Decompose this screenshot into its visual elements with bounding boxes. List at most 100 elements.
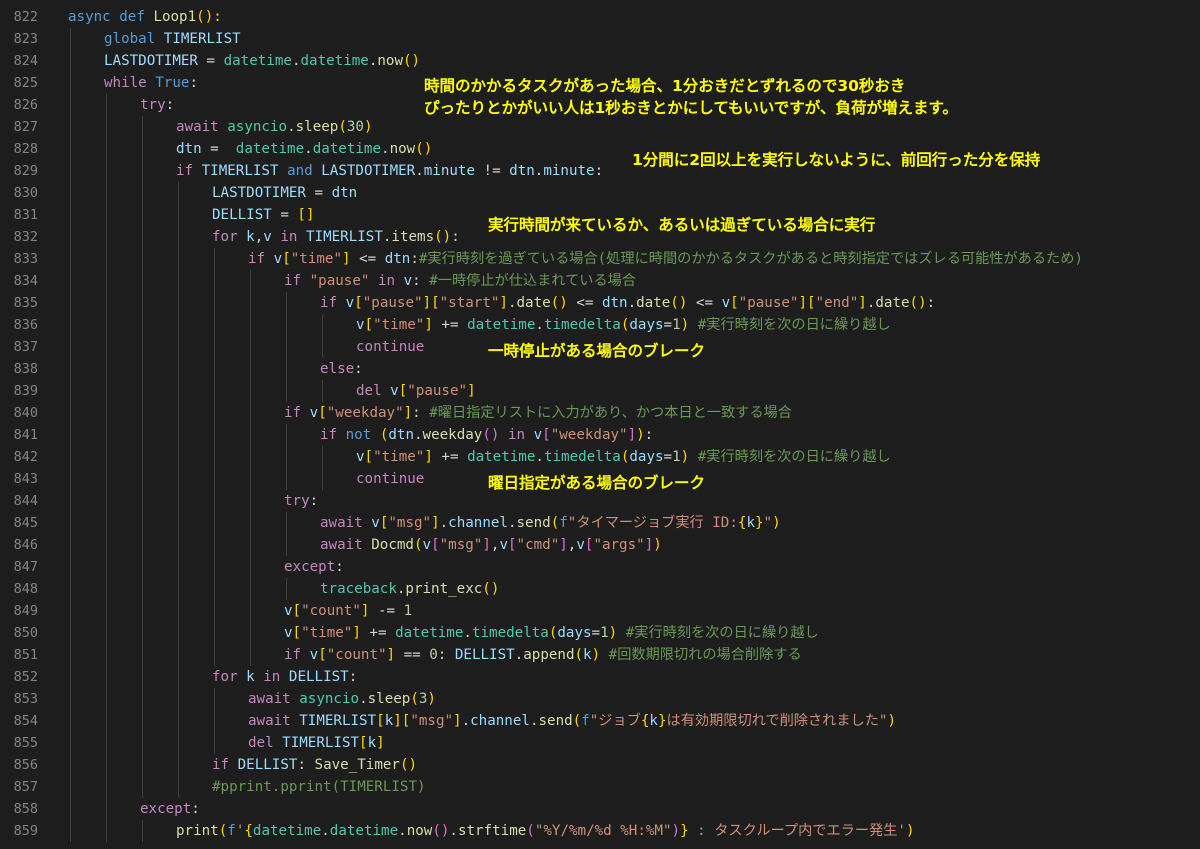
code-text[interactable]: LASTDOTIMER = dtn <box>212 182 357 204</box>
code-line[interactable]: 852 for k in DELLIST: <box>0 666 1200 688</box>
code-line[interactable]: 849 v["count"] -= 1 <box>0 600 1200 622</box>
code-line[interactable]: 848 traceback.print_exc() <box>0 578 1200 600</box>
code-text[interactable]: dtn = datetime.datetime.now() <box>176 138 432 160</box>
code-line[interactable]: 840 if v["weekday"]: #曜日指定リストに入力があり、かつ本日と… <box>0 402 1200 424</box>
code-text[interactable]: try: <box>284 490 318 512</box>
indent-guide <box>142 490 143 512</box>
indent-guide <box>142 336 143 358</box>
code-token: [ <box>542 427 551 443</box>
code-text[interactable]: continue <box>356 468 424 490</box>
code-line[interactable]: 824 LASTDOTIMER = datetime.datetime.now() <box>0 50 1200 72</box>
code-text[interactable]: del TIMERLIST[k] <box>248 732 385 754</box>
code-text[interactable]: if v["pause"]["start"].date() <= dtn.dat… <box>320 292 935 314</box>
code-token: f <box>581 713 590 729</box>
indent-guide <box>214 314 215 336</box>
code-text[interactable]: v["count"] -= 1 <box>284 600 412 622</box>
code-text[interactable]: if v["weekday"]: #曜日指定リストに入力があり、かつ本日と一致す… <box>284 402 792 424</box>
code-text[interactable]: try: <box>140 94 174 116</box>
indent-guide <box>178 754 179 776</box>
code-editor[interactable]: 822 async def Loop1(): 823 global TIMERLIST… <box>0 0 1200 849</box>
code-line[interactable]: 839 del v["pause"] <box>0 380 1200 402</box>
code-text[interactable]: traceback.print_exc() <box>320 578 499 600</box>
code-token: "msg" <box>388 515 432 531</box>
indent-guide <box>178 270 179 292</box>
code-text[interactable]: v["time"] += datetime.timedelta(days=1) … <box>356 446 891 468</box>
code-line[interactable]: 854 await TIMERLIST[k]["msg"].channel.sen… <box>0 710 1200 732</box>
code-token: ] <box>352 625 361 641</box>
code-text[interactable]: if DELLIST: Save_Timer() <box>212 754 417 776</box>
code-line[interactable]: 835 if v["pause"]["start"].date() <= dtn.… <box>0 292 1200 314</box>
indent-guide <box>70 578 71 600</box>
code-text[interactable]: else: <box>320 358 363 380</box>
code-token: v <box>309 647 319 663</box>
code-line[interactable]: 851 if v["count"] == 0: DELLIST.append(k)… <box>0 644 1200 666</box>
indent-guide <box>250 556 251 578</box>
code-text[interactable]: for k in DELLIST: <box>212 666 357 688</box>
code-text[interactable]: v["time"] += datetime.timedelta(days=1) … <box>356 314 891 336</box>
code-text[interactable]: await TIMERLIST[k]["msg"].channel.send(f… <box>248 710 896 732</box>
code-line[interactable]: 836 v["time"] += datetime.timedelta(days=… <box>0 314 1200 336</box>
code-token: k <box>367 735 377 751</box>
code-token: now <box>406 823 433 839</box>
code-text[interactable]: del v["pause"] <box>356 380 476 402</box>
code-text[interactable]: await Docmd(v["msg"],v["cmd"],v["args"]) <box>320 534 662 556</box>
indent-guide <box>178 644 179 666</box>
line-number: 833 <box>13 251 38 267</box>
code-line[interactable]: 859 print(f'{datetime.datetime.now().strf… <box>0 820 1200 842</box>
indent-guide <box>142 820 143 842</box>
code-line[interactable]: 845 await v["msg"].channel.send(f"タイマージョブ… <box>0 512 1200 534</box>
code-line[interactable]: 834 if "pause" in v: #一時停止が仕込まれている場合 <box>0 270 1200 292</box>
indent-guide <box>106 578 107 600</box>
code-text[interactable]: DELLIST = [] <box>212 204 315 226</box>
code-text[interactable]: async def Loop1(): <box>68 6 222 28</box>
code-line[interactable]: 833 if v["time"] <= dtn:#実行時刻を過ぎている場合(処理に… <box>0 248 1200 270</box>
code-text[interactable]: if "pause" in v: #一時停止が仕込まれている場合 <box>284 270 636 292</box>
code-text[interactable]: print(f'{datetime.datetime.now().strftim… <box>176 820 914 842</box>
code-token: 0 <box>429 647 438 663</box>
code-token: = <box>663 317 673 333</box>
code-token: : <box>644 427 654 443</box>
code-text[interactable]: global TIMERLIST <box>104 28 241 50</box>
code-text[interactable]: #pprint.pprint(TIMERLIST) <box>212 776 426 798</box>
code-line[interactable]: 823 global TIMERLIST <box>0 28 1200 50</box>
code-line[interactable]: 855 del TIMERLIST[k] <box>0 732 1200 754</box>
code-text[interactable]: await v["msg"].channel.send(f"タイマージョブ実行 … <box>320 512 781 534</box>
code-text[interactable]: if v["time"] <= dtn:#実行時刻を過ぎている場合(処理に時間の… <box>248 248 1083 270</box>
code-token: DELLIST <box>237 757 298 773</box>
code-line[interactable]: 842 v["time"] += datetime.timedelta(days=… <box>0 446 1200 468</box>
code-line[interactable]: 827 await asyncio.sleep(30) <box>0 116 1200 138</box>
code-text[interactable]: while True: <box>104 72 198 94</box>
code-token: v <box>721 295 731 311</box>
code-line[interactable]: 841 if not (dtn.weekday() in v["weekday"]… <box>0 424 1200 446</box>
line-number: 854 <box>13 713 38 729</box>
code-text[interactable]: if v["count"] == 0: DELLIST.append(k) #回… <box>284 644 802 666</box>
code-line[interactable]: 857 #pprint.pprint(TIMERLIST) <box>0 776 1200 798</box>
code-line[interactable]: 830 LASTDOTIMER = dtn <box>0 182 1200 204</box>
code-line[interactable]: 822 async def Loop1(): <box>0 6 1200 28</box>
code-line[interactable]: 846 await Docmd(v["msg"],v["cmd"],v["args… <box>0 534 1200 556</box>
code-line[interactable]: 847 except: <box>0 556 1200 578</box>
code-text[interactable]: except: <box>140 798 200 820</box>
code-line[interactable]: 858 except: <box>0 798 1200 820</box>
code-text[interactable]: if TIMERLIST and LASTDOTIMER.minute != d… <box>176 160 603 182</box>
indent-guide <box>106 292 107 314</box>
indent-guide <box>70 358 71 380</box>
code-line[interactable]: 853 await asyncio.sleep(3) <box>0 688 1200 710</box>
code-text[interactable]: continue <box>356 336 424 358</box>
code-text[interactable]: for k,v in TIMERLIST.items(): <box>212 226 460 248</box>
indent-guide <box>106 94 107 116</box>
code-text[interactable]: await asyncio.sleep(30) <box>176 116 373 138</box>
code-token: await <box>176 119 219 135</box>
code-text[interactable]: if not (dtn.weekday() in v["weekday"]): <box>320 424 653 446</box>
indent-guide <box>250 644 251 666</box>
code-line[interactable]: 850 v["time"] += datetime.timedelta(days=… <box>0 622 1200 644</box>
code-text[interactable]: v["time"] += datetime.timedelta(days=1) … <box>284 622 819 644</box>
code-text[interactable]: except: <box>284 556 344 578</box>
code-line[interactable]: 856 if DELLIST: Save_Timer() <box>0 754 1200 776</box>
code-text[interactable]: LASTDOTIMER = datetime.datetime.now() <box>104 50 420 72</box>
indent-guide <box>142 182 143 204</box>
code-text[interactable]: await asyncio.sleep(3) <box>248 688 436 710</box>
